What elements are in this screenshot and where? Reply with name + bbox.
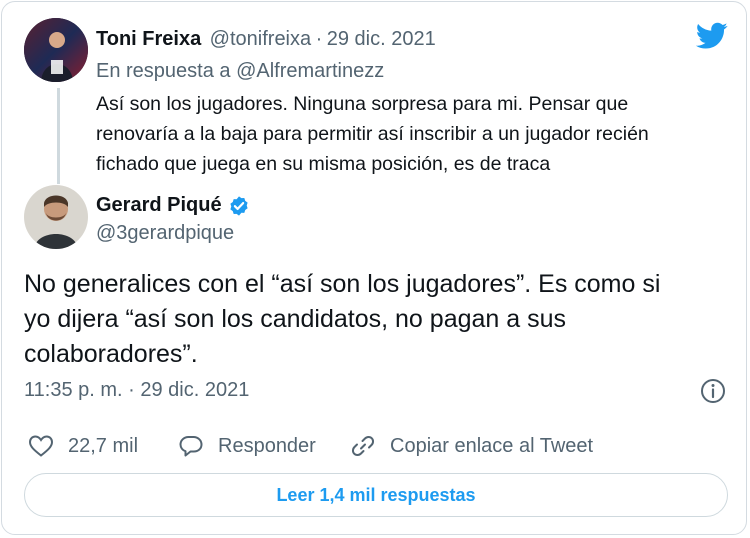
tweet-embed-card: Toni Freixa @tonifreixa · 29 dic. 2021 E…: [1, 1, 747, 535]
reply-text-line: fichado que juega en su misma posición, …: [96, 153, 551, 175]
read-replies-label: Leer 1,4 mil respuestas: [276, 484, 476, 505]
heart-icon: [28, 435, 54, 457]
reply-label: Responder: [218, 434, 316, 457]
reply-author-handle[interactable]: @tonifreixa: [210, 28, 311, 50]
reply-author-name[interactable]: Toni Freixa: [96, 28, 201, 50]
reply-icon: [179, 436, 203, 457]
reply-tweet-text: Así son los jugadores. Ninguna sorpresa …: [96, 89, 649, 179]
main-tweet-timestamp[interactable]: 11:35 p. m. · 29 dic. 2021: [24, 379, 249, 402]
in-reply-to-prefix: En respuesta a: [96, 60, 231, 82]
like-action[interactable]: 22,7 mil: [28, 434, 138, 458]
header-separator: ·: [315, 28, 323, 50]
avatar-toni-freixa[interactable]: [24, 18, 88, 82]
copy-link-label: Copiar enlace al Tweet: [390, 434, 594, 457]
reply-tweet-header: Toni Freixa @tonifreixa · 29 dic. 2021: [96, 28, 436, 51]
thread-connector-line: [57, 88, 60, 184]
in-reply-to-handle[interactable]: @Alfremartinezz: [236, 60, 384, 82]
twitter-bird-icon[interactable]: [695, 22, 728, 55]
main-tweet-text: No generalices con el “así son los jugad…: [24, 267, 660, 372]
read-replies-button[interactable]: Leer 1,4 mil respuestas: [24, 473, 728, 517]
reply-date[interactable]: 29 dic. 2021: [327, 28, 436, 50]
copy-link-action[interactable]: Copiar enlace al Tweet: [350, 434, 593, 458]
like-count: 22,7 mil: [68, 434, 139, 457]
info-icon[interactable]: [700, 378, 726, 409]
in-reply-to-line: En respuesta a @Alfremartinezz: [96, 60, 384, 83]
reply-action[interactable]: Responder: [178, 434, 316, 458]
link-icon: [351, 435, 375, 457]
reply-text-line: Así son los jugadores. Ninguna sorpresa …: [96, 93, 629, 115]
reply-text-line: renovaría a la baja para permitir así in…: [96, 123, 649, 145]
main-author-name[interactable]: Gerard Piqué: [96, 194, 222, 217]
main-text-line: colaboradores”.: [24, 340, 198, 368]
main-text-line: yo dijera “así son los candidatos, no pa…: [24, 305, 567, 333]
main-text-line: No generalices con el “así son los jugad…: [24, 270, 661, 298]
main-author-handle[interactable]: @3gerardpique: [96, 222, 234, 245]
avatar-gerard-pique[interactable]: [24, 185, 88, 249]
main-tweet-author-row: Gerard Piqué: [96, 194, 250, 217]
verified-badge-icon: [228, 195, 250, 217]
